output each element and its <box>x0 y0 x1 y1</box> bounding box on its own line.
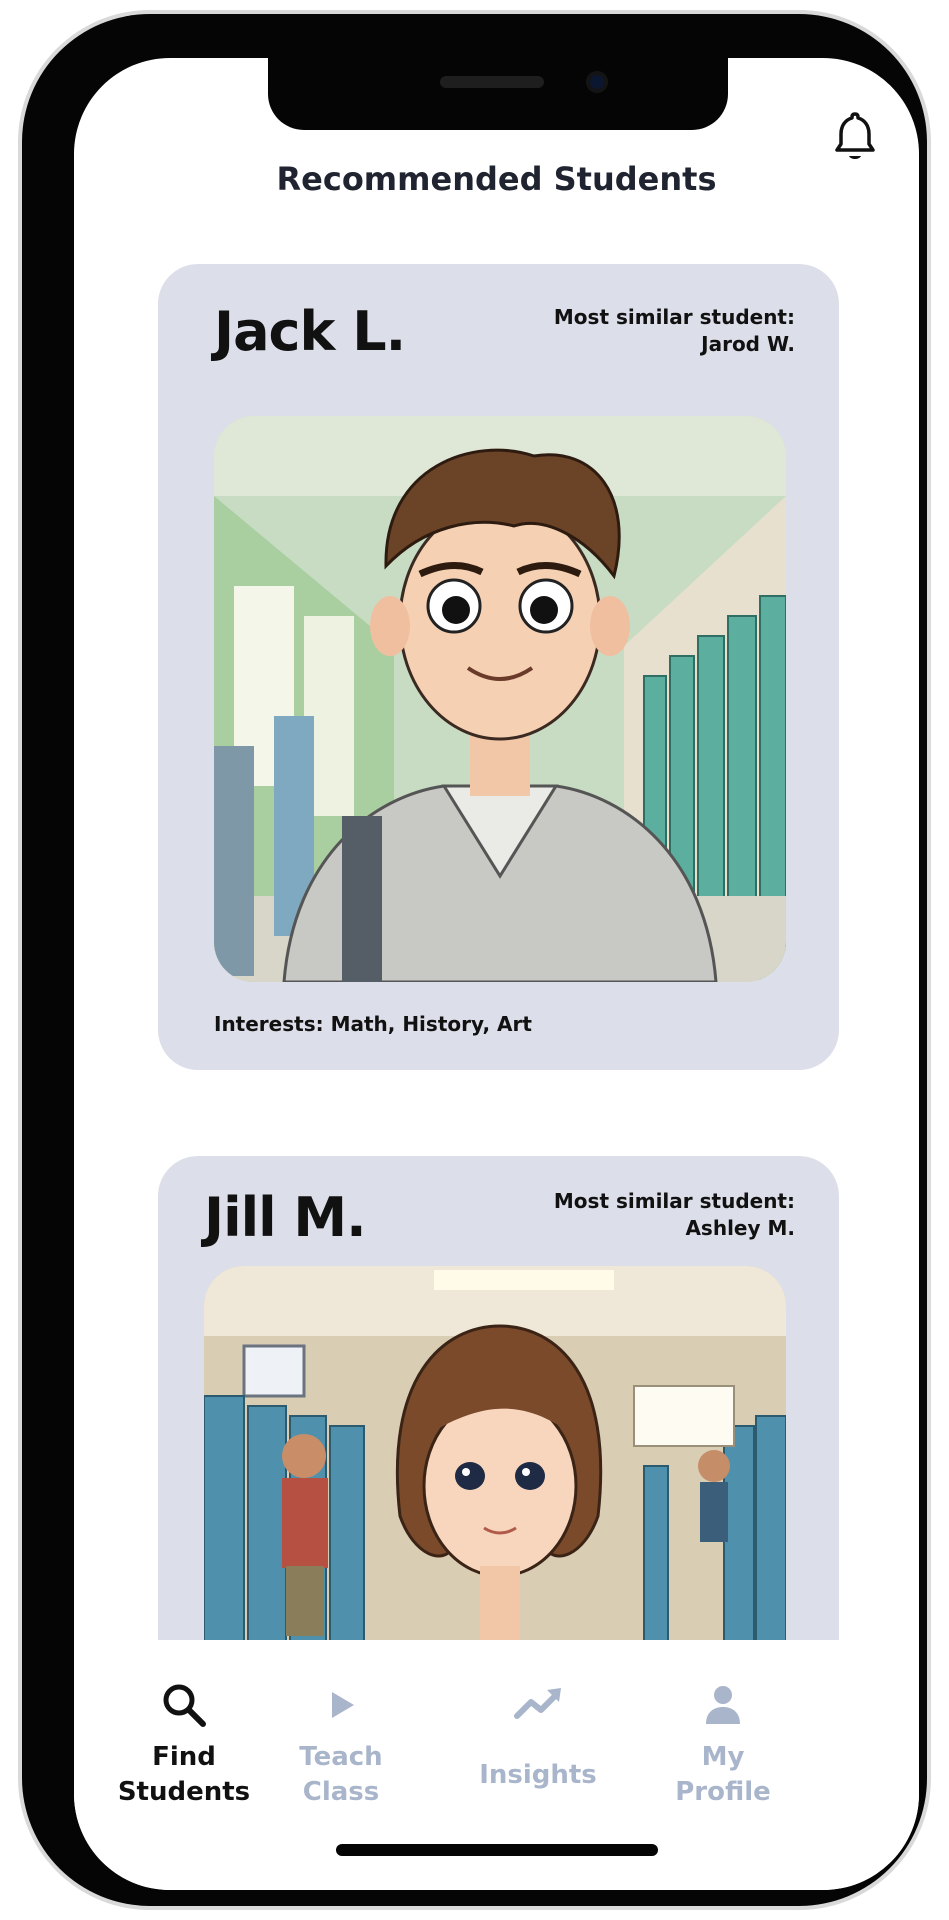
similar-student-info: Most similar student: Ashley M. <box>554 1188 795 1242</box>
student-avatar-image <box>214 416 786 982</box>
home-indicator[interactable] <box>336 1844 658 1856</box>
trend-icon <box>514 1688 561 1719</box>
nav-label-line2: Profile <box>675 1777 771 1807</box>
notch <box>268 58 728 130</box>
bell-icon[interactable] <box>833 110 877 162</box>
student-name: Jack L. <box>214 300 406 363</box>
front-camera <box>586 71 608 93</box>
similar-student-label: Most similar student: <box>553 1189 795 1213</box>
user-icon <box>706 1686 740 1724</box>
student-name: Jill M. <box>204 1186 367 1249</box>
speaker <box>440 76 544 88</box>
nav-label-line1: Teach <box>299 1742 383 1772</box>
nav-label-line1: Insights <box>479 1760 597 1790</box>
similar-student-name: Ashley M. <box>685 1216 795 1240</box>
student-interests: Interests: Math, History, Art <box>214 1012 532 1036</box>
nav-label-line2: Class <box>302 1777 380 1807</box>
student-card[interactable]: Jack L. Most similar student: Jarod W. I… <box>158 264 839 1070</box>
similar-student-label: Most similar student: <box>553 305 795 329</box>
similar-student-info: Most similar student: Jarod W. <box>554 304 795 358</box>
similar-student-name: Jarod W. <box>701 332 795 356</box>
phone-frame: Recommended Students Jack L. Most simila… <box>22 14 927 1906</box>
page-title: Recommended Students <box>276 160 717 198</box>
search-icon <box>163 1684 206 1727</box>
play-icon <box>332 1692 354 1718</box>
nav-label-line1: My <box>701 1742 745 1772</box>
app-screen: Recommended Students Jack L. Most simila… <box>74 58 919 1890</box>
